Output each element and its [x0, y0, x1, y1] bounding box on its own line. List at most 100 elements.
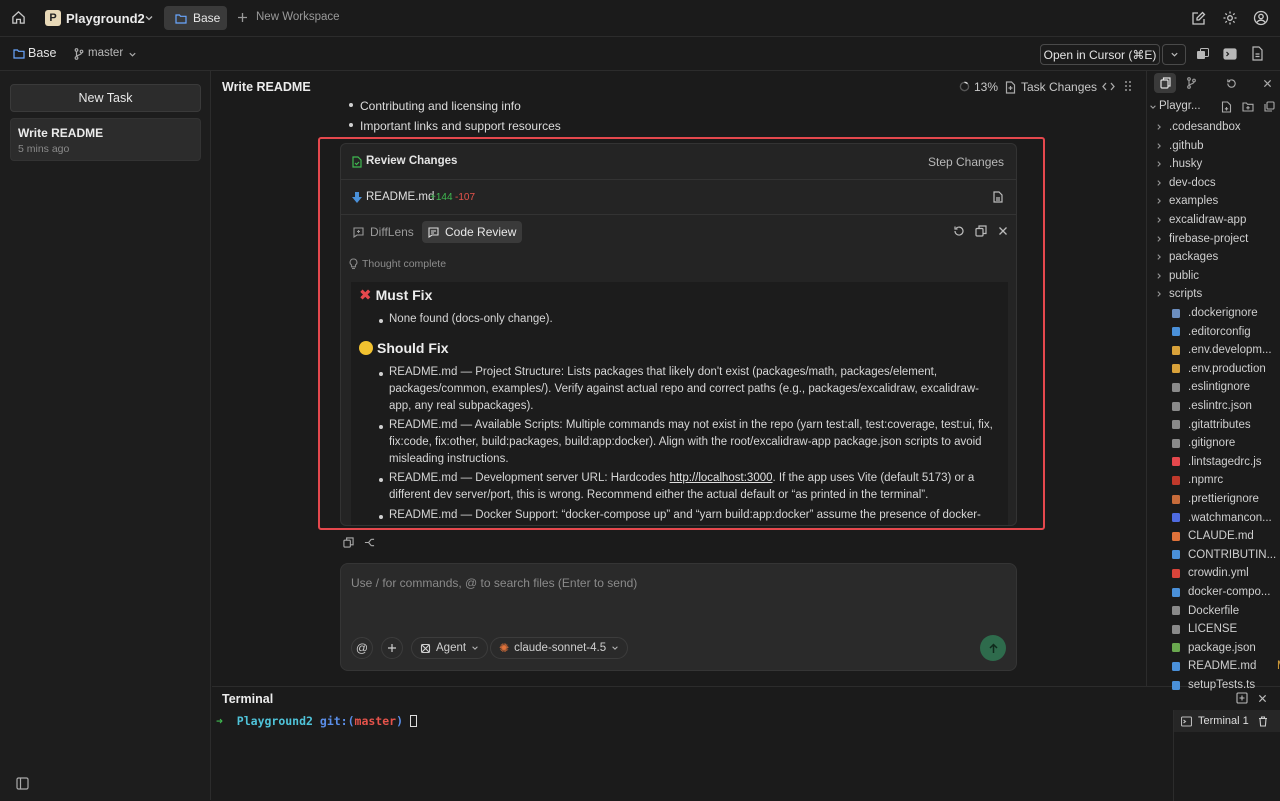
step-changes-button[interactable]: Step Changes	[928, 155, 1004, 169]
add-attachment-button[interactable]	[381, 637, 403, 659]
file-item[interactable]: .env.developm...	[1170, 341, 1272, 359]
file-label: .watchmancon...	[1188, 511, 1272, 524]
file-item[interactable]: .lintstagedrc.js	[1170, 453, 1262, 471]
send-button[interactable]	[980, 635, 1006, 661]
file-item[interactable]: .dockerignore	[1170, 304, 1258, 322]
file-item[interactable]: .eslintignore	[1170, 378, 1250, 396]
tab-code-review[interactable]: Code Review	[422, 221, 523, 243]
file-item[interactable]: .eslintrc.json	[1170, 397, 1252, 415]
file-row[interactable]: README.md +144 -107	[341, 180, 1016, 215]
user-icon[interactable]	[1253, 10, 1269, 26]
file-item[interactable]: .prettierignore	[1170, 490, 1259, 508]
mention-button[interactable]: @	[351, 637, 373, 659]
sidebar-toggle-icon[interactable]	[16, 777, 29, 790]
terminal-cursor	[409, 715, 417, 727]
dev-url-link[interactable]: http://localhost:3000	[670, 472, 773, 484]
file-label: .codesandbox	[1169, 121, 1241, 133]
project-name[interactable]: Playground2	[66, 11, 145, 26]
chevron-down-icon[interactable]	[128, 50, 137, 59]
tab-difflens-label: DiffLens	[370, 225, 414, 239]
folder-item[interactable]: examples	[1155, 192, 1218, 210]
task-title: Write README	[18, 126, 104, 140]
chevron-right-icon	[1157, 235, 1161, 242]
tab-code-review-label: Code Review	[445, 225, 517, 239]
file-item[interactable]: docker-compo...	[1170, 583, 1270, 601]
file-item[interactable]: .gitignore	[1170, 434, 1235, 452]
folder-item[interactable]: public	[1155, 267, 1199, 285]
terminal-tabs: Terminal 1	[1173, 710, 1280, 801]
trash-icon[interactable]	[1258, 715, 1268, 727]
folder-item[interactable]: .husky	[1155, 155, 1202, 173]
file-item[interactable]: CLAUDE.md	[1170, 527, 1254, 545]
file-label: README.md	[1188, 660, 1257, 673]
file-item[interactable]: .env.production	[1170, 360, 1266, 378]
prompt-arrow: ➜	[216, 714, 223, 728]
file-item[interactable]: package.json	[1170, 639, 1256, 657]
copy-icon[interactable]	[343, 537, 354, 548]
copy-icon[interactable]	[975, 225, 987, 237]
branch-selector[interactable]: master	[88, 47, 123, 59]
task-changes-button[interactable]: Task Changes	[1005, 80, 1097, 94]
file-icon[interactable]	[1251, 46, 1264, 61]
branch-off-icon[interactable]	[364, 537, 375, 548]
folder-item[interactable]: .codesandbox	[1155, 118, 1241, 136]
refresh-icon[interactable]	[1226, 78, 1237, 89]
drag-handle-icon[interactable]	[1124, 80, 1132, 92]
terminal-prompt[interactable]: ➜ Playground2 git:(master)	[216, 714, 417, 728]
new-workspace-button[interactable]: New Workspace	[237, 11, 340, 23]
open-file-icon[interactable]	[993, 191, 1003, 203]
explorer-tab[interactable]	[1154, 73, 1176, 93]
terminal-tab[interactable]: Terminal 1	[1174, 710, 1280, 732]
file-item[interactable]: .editorconfig	[1170, 323, 1251, 341]
composer-placeholder[interactable]: Use / for commands, @ to search files (E…	[351, 576, 637, 590]
tab-base[interactable]: Base	[164, 6, 227, 30]
collapse-all-icon[interactable]	[1264, 101, 1275, 112]
new-folder-icon[interactable]	[1242, 101, 1254, 112]
tab-difflens[interactable]: DiffLens	[347, 221, 420, 243]
compose-icon[interactable]	[1191, 10, 1207, 26]
mode-selector[interactable]: Agent	[411, 637, 489, 659]
file-item[interactable]: README.mdM	[1170, 657, 1280, 675]
close-icon[interactable]	[998, 226, 1008, 236]
folder-item[interactable]: excalidraw-app	[1155, 211, 1246, 229]
file-item[interactable]: crowdin.yml	[1170, 564, 1249, 582]
file-item[interactable]: Dockerfile	[1170, 602, 1239, 620]
workspace-label[interactable]: Base	[28, 46, 57, 60]
open-options-dropdown[interactable]	[1162, 44, 1186, 65]
file-item[interactable]: .gitattributes	[1170, 416, 1251, 434]
home-icon[interactable]	[11, 10, 26, 25]
file-item[interactable]: CONTRIBUTIN...	[1170, 546, 1276, 564]
file-item[interactable]: .watchmancon...	[1170, 509, 1272, 527]
at-sign-icon: @	[355, 641, 369, 655]
folder-item[interactable]: .github	[1155, 137, 1204, 155]
file-label: dev-docs	[1169, 176, 1216, 189]
folder-item[interactable]: firebase-project	[1155, 230, 1248, 248]
file-type-icon	[1170, 456, 1182, 468]
bullet-dot	[379, 372, 383, 376]
terminal-tab-label: Terminal 1	[1198, 715, 1249, 727]
model-selector[interactable]: ✺ claude-sonnet-4.5	[490, 637, 629, 659]
code-icon[interactable]	[1102, 81, 1115, 92]
refresh-icon[interactable]	[953, 225, 965, 237]
folder-item[interactable]: dev-docs	[1155, 174, 1216, 192]
new-task-button[interactable]: New Task	[10, 84, 201, 112]
gear-icon[interactable]	[1222, 10, 1238, 26]
copy-icon[interactable]	[1196, 47, 1210, 61]
open-in-cursor-button[interactable]: Open in Cursor (⌘E)	[1040, 44, 1160, 65]
file-item[interactable]: .npmrc	[1170, 471, 1223, 489]
new-file-icon[interactable]	[1221, 101, 1232, 113]
close-icon[interactable]	[1258, 694, 1267, 703]
folder-item[interactable]: packages	[1155, 248, 1218, 266]
file-type-icon	[1170, 363, 1182, 375]
task-card[interactable]: Write README 5 mins ago	[10, 118, 201, 161]
file-item[interactable]: LICENSE	[1170, 620, 1237, 638]
terminal-icon[interactable]	[1223, 47, 1237, 61]
file-item[interactable]: setupTests.ts	[1170, 676, 1255, 694]
chevron-right-icon	[1157, 124, 1161, 130]
explorer-root[interactable]: Playgr...	[1159, 100, 1201, 112]
folder-item[interactable]: scripts	[1155, 285, 1202, 303]
close-icon[interactable]	[1263, 79, 1272, 88]
source-control-icon[interactable]	[1186, 77, 1197, 89]
chevron-down-icon[interactable]	[1149, 103, 1157, 111]
chevron-down-icon[interactable]	[144, 13, 154, 23]
